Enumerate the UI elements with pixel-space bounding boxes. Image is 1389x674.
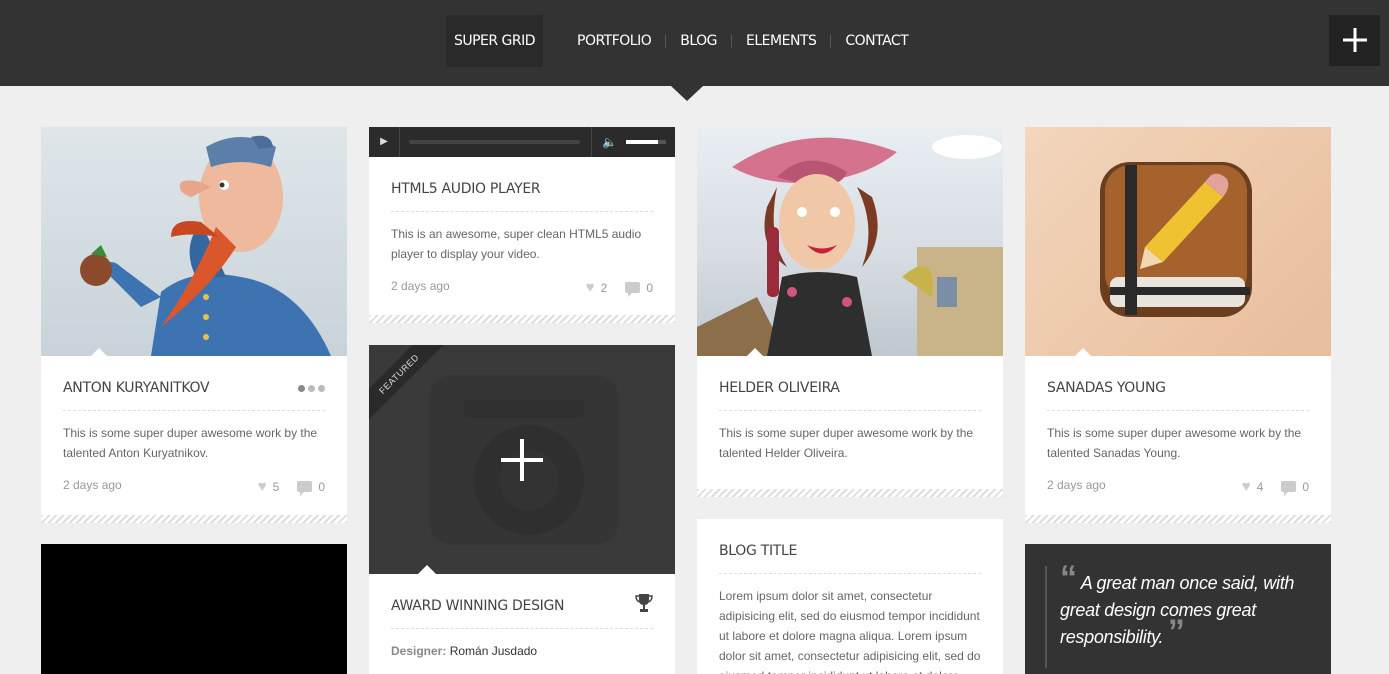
card-date: 2 days ago: [1047, 478, 1106, 492]
audio-player: ▶ 🔈: [369, 127, 675, 157]
blog-title[interactable]: BLOG TITLE: [719, 543, 797, 559]
speaker-icon[interactable]: 🔈: [602, 127, 617, 157]
more-dots-icon[interactable]: [298, 385, 325, 392]
card-stats: ♥ 4 0: [1242, 479, 1309, 496]
card-description: This is some super duper awesome work by…: [63, 426, 318, 460]
portfolio-image[interactable]: [697, 127, 1003, 356]
portfolio-image[interactable]: [41, 127, 347, 356]
card-stats: ♥ 2 0: [586, 280, 653, 297]
portfolio-card-helder[interactable]: HELDER OLIVEIRA This is some super duper…: [697, 127, 1003, 497]
comment-icon[interactable]: [625, 282, 641, 297]
card-zigzag-edge: [697, 489, 1003, 497]
portfolio-image[interactable]: [1025, 127, 1331, 356]
card-date: 2 days ago: [63, 478, 122, 492]
heart-icon[interactable]: ♥: [1242, 479, 1251, 494]
plus-icon[interactable]: [501, 439, 543, 481]
like-count: 4: [1256, 479, 1264, 494]
card-stats: ♥ 5 0: [258, 479, 325, 496]
image-notch: [1074, 348, 1092, 357]
comment-count: 0: [318, 479, 325, 494]
audio-progress-track[interactable]: [409, 140, 580, 144]
portfolio-card-anton[interactable]: ANTON KURYANITKOV This is some super dup…: [41, 127, 347, 523]
image-notch: [746, 348, 764, 357]
card-divider: [391, 628, 653, 629]
open-quote-icon: “: [1060, 559, 1077, 597]
open-panel-button[interactable]: [1329, 15, 1380, 66]
nav-contact[interactable]: CONTACT: [831, 30, 922, 52]
card-description: This is some super duper awesome work by…: [719, 426, 974, 460]
card-title[interactable]: ANTON KURYANITKOV: [63, 380, 210, 396]
card-divider: [719, 410, 981, 411]
trophy-icon: [635, 594, 653, 612]
comment-icon[interactable]: [297, 481, 313, 496]
card-title[interactable]: HTML5 AUDIO PLAYER: [391, 181, 541, 197]
nav-elements[interactable]: ELEMENTS: [732, 30, 830, 52]
video-card[interactable]: [41, 544, 347, 674]
comment-count: 0: [646, 280, 653, 295]
card-title[interactable]: SANADAS YOUNG: [1047, 380, 1166, 396]
quote-text: “ A great man once said, with great desi…: [1060, 561, 1320, 651]
quote-rule: [1045, 566, 1047, 668]
play-icon: ▶: [380, 136, 388, 147]
volume-slider[interactable]: [626, 140, 666, 144]
like-count: 2: [600, 280, 608, 295]
featured-image[interactable]: FEATURED: [369, 345, 675, 574]
card-zigzag-edge: [41, 515, 347, 523]
comment-count: 0: [1302, 479, 1309, 494]
card-divider: [63, 410, 325, 411]
card-divider: [719, 573, 981, 574]
comment-icon[interactable]: [1281, 481, 1297, 496]
designer-credit: Designer: Román Jusdado: [391, 641, 657, 661]
nav-portfolio[interactable]: PORTFOLIO: [563, 30, 665, 52]
card-divider: [1047, 410, 1309, 411]
audio-card: ▶ 🔈 HTML5 AUDIO PLAYER This is an awesom…: [369, 127, 675, 323]
volume-level: [626, 140, 658, 144]
image-notch: [418, 565, 436, 574]
blog-excerpt: Lorem ipsum dolor sit amet, consectetur …: [719, 589, 981, 674]
heart-icon[interactable]: ♥: [586, 280, 595, 295]
like-count: 5: [272, 479, 280, 494]
portfolio-card-sanadas[interactable]: SANADAS YOUNG This is some super duper a…: [1025, 127, 1331, 523]
play-button[interactable]: ▶: [369, 127, 400, 157]
nav-blog[interactable]: BLOG: [666, 30, 731, 52]
blog-card: BLOG TITLE Lorem ipsum dolor sit amet, c…: [697, 519, 1003, 674]
image-notch: [90, 348, 108, 357]
award-card: AWARD WINNING DESIGN Designer: Román Jus…: [369, 565, 675, 674]
card-zigzag-edge: [369, 315, 675, 323]
card-date: 2 days ago: [391, 279, 450, 293]
main-nav: PORTFOLIO BLOG ELEMENTS CONTACT: [563, 30, 922, 52]
card-description: This is an awesome, super clean HTML5 au…: [391, 227, 642, 261]
designer-name: Román Jusdado: [449, 644, 538, 658]
heart-icon[interactable]: ♥: [258, 479, 267, 494]
card-title[interactable]: AWARD WINNING DESIGN: [391, 598, 565, 614]
volume-control: 🔈: [591, 127, 675, 157]
nav-pointer: [671, 86, 703, 101]
site-header: SUPER GRID PORTFOLIO BLOG ELEMENTS CONTA…: [0, 0, 1389, 101]
card-description: This is some super duper awesome work by…: [1047, 426, 1302, 460]
card-divider: [391, 211, 653, 212]
plus-icon: [1342, 28, 1367, 52]
card-zigzag-edge: [1025, 515, 1331, 523]
card-title[interactable]: HELDER OLIVEIRA: [719, 380, 840, 396]
close-quote-icon: ”: [1167, 613, 1185, 651]
designer-label: Designer:: [391, 644, 447, 658]
quote-card: “ A great man once said, with great desi…: [1025, 544, 1331, 674]
site-logo[interactable]: SUPER GRID: [446, 15, 543, 67]
